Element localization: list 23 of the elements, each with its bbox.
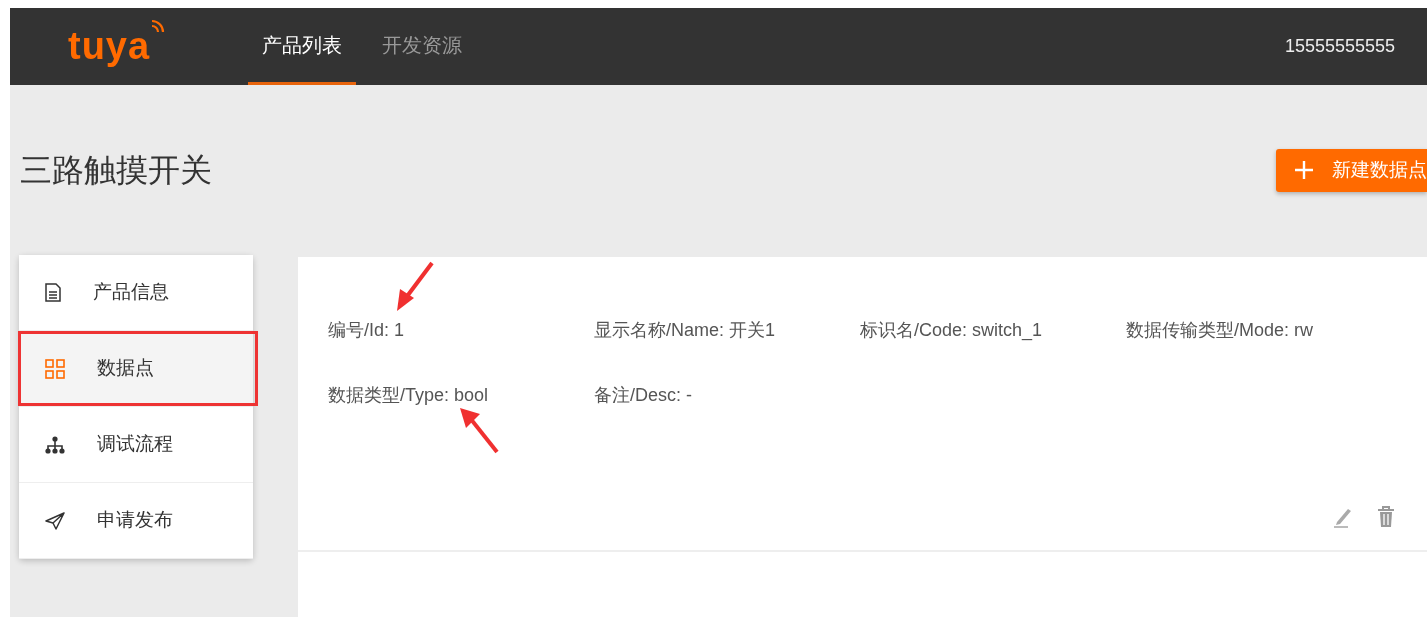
sidebar-item[interactable]: 申请发布 xyxy=(19,483,253,559)
edit-icon[interactable] xyxy=(1333,506,1353,528)
field-text: 编号/Id: 1 xyxy=(328,319,406,342)
nav-tab[interactable]: 产品列表 xyxy=(248,8,356,85)
sidebar-item[interactable]: 产品信息 xyxy=(19,255,253,331)
delete-icon[interactable] xyxy=(1377,506,1395,528)
page-title: 三路触摸开关 xyxy=(19,150,212,190)
field-text: 数据类型/Type: bool xyxy=(328,384,490,407)
annotation-arrow xyxy=(458,406,500,454)
field-text: 数据传输类型/Mode: rw xyxy=(1126,319,1315,342)
user-account[interactable]: 15555555555 xyxy=(1284,33,1395,60)
plus-icon xyxy=(1294,160,1314,180)
field-text: 标识名/Code: switch_1 xyxy=(860,319,1044,343)
send-icon xyxy=(45,511,65,530)
hierarchy-icon xyxy=(45,435,65,454)
document-icon xyxy=(45,283,61,302)
annotation-arrow xyxy=(395,261,435,313)
logo[interactable]: tuya xyxy=(68,18,248,75)
sidebar-item[interactable]: 调试流程 xyxy=(19,407,253,483)
grid-icon xyxy=(45,358,65,379)
field-text: 显示名称/Name: 开关1 xyxy=(594,319,777,342)
nav-tab[interactable]: 开发资源 xyxy=(368,8,476,85)
field-text: 备注/Desc: - xyxy=(594,384,693,407)
